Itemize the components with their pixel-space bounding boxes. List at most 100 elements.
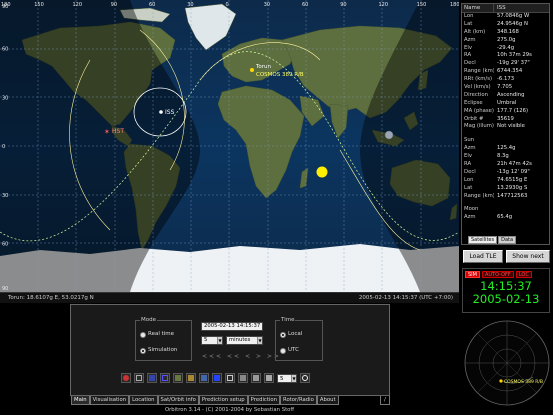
realtime-radio[interactable]: Real time	[140, 331, 174, 338]
folder-icon[interactable]	[186, 373, 196, 383]
network-icon[interactable]	[238, 373, 248, 383]
sim-badge[interactable]: SIM	[465, 271, 480, 278]
loc-badge[interactable]: LOC	[515, 271, 532, 278]
tab-about[interactable]: About	[316, 396, 339, 405]
tab-scroll[interactable]: /	[380, 396, 390, 405]
info-row: RA 21h 47m 42s	[462, 161, 549, 169]
info-value: 13.2930g S	[497, 184, 528, 191]
tab-location[interactable]: Location	[129, 396, 158, 405]
longitude-tick: 150	[417, 2, 427, 8]
clock-time: 14:15:37	[480, 279, 532, 293]
info-value: -29.4g	[497, 44, 515, 51]
close-icon[interactable]	[264, 373, 274, 383]
grid-icon[interactable]	[251, 373, 261, 383]
info-value: 125.4g	[497, 145, 516, 152]
tab-data[interactable]: Data	[498, 236, 517, 244]
load-tle-button[interactable]: Load TLE	[463, 250, 503, 263]
window-icon[interactable]	[147, 373, 157, 383]
map-icon[interactable]	[199, 373, 209, 383]
info-key: Lon	[464, 13, 474, 19]
info-value: -19g 29' 37"	[497, 60, 530, 67]
world-map[interactable]: 180 150 120 90 60 30 0 30 60 90 120 150 180 90603003…	[0, 0, 459, 292]
info-key: MA (phase)	[464, 107, 494, 114]
info-tabs[interactable]: Satellites Data	[468, 236, 517, 244]
step-value-spinner[interactable]: 5 ▼	[201, 336, 223, 345]
radar-view[interactable]: COSMOS 389 R/B	[463, 319, 551, 407]
speed-value: 5	[280, 375, 284, 382]
satellite-info-panel[interactable]: Name ISS Lon 57.0846g W Lat 24.9546g N Alt (…	[461, 3, 550, 245]
speed-spinner[interactable]: 5 ▼	[277, 373, 297, 383]
utc-time-radio[interactable]: UTC	[280, 347, 299, 354]
sun-marker	[316, 166, 328, 178]
info-value: 57.0846g W	[497, 13, 530, 19]
simulation-label: Simulation	[148, 347, 178, 353]
tab-rotor-radio[interactable]: Rotor/Radio	[280, 396, 317, 405]
info-key: Eclipse	[464, 99, 483, 106]
toolbar: 5 ▼	[121, 372, 310, 384]
clock-date: 2005-02-13	[472, 292, 540, 306]
info-row: Orbit # 35619	[462, 116, 549, 124]
time-step-nav[interactable]: <<< << < > >>	[202, 353, 281, 360]
info-row: MA (phase) 177.7 (126)	[462, 108, 549, 116]
longitude-tick: 180	[450, 2, 459, 8]
chevron-down-icon[interactable]: ▼	[257, 337, 262, 344]
info-row: Azm 65.4g	[462, 214, 549, 222]
radio-dot	[140, 347, 146, 354]
show-next-button[interactable]: Show next	[506, 250, 550, 263]
info-row: Range (km) 147712563	[462, 193, 549, 201]
info-value: 8.3g	[497, 153, 509, 160]
latitude-tick: 30	[2, 95, 8, 101]
frame-icon[interactable]	[160, 373, 170, 383]
step-unit-select[interactable]: minutes ▼	[226, 336, 263, 345]
local-time-radio[interactable]: Local	[280, 331, 302, 338]
tab-prediction-setup[interactable]: Prediction setup	[198, 396, 248, 405]
info-icon[interactable]	[212, 373, 222, 383]
info-row: Lat 13.2930g S	[462, 185, 549, 193]
info-key: Lat	[464, 184, 473, 191]
terrain-icon[interactable]	[173, 373, 183, 383]
chevron-down-icon[interactable]: ▼	[291, 374, 296, 382]
tab-visualisation[interactable]: Visualisation	[89, 396, 130, 405]
info-value	[494, 137, 497, 145]
radar-sat-dot	[499, 379, 503, 383]
tab-satellites[interactable]: Satellites	[468, 236, 498, 244]
latitude-tick: 60	[2, 47, 8, 53]
info-row: Decl -13g 12' 09"	[462, 169, 549, 177]
auto-off-badge[interactable]: AUTO-OFF	[481, 271, 514, 278]
longitude-tick: 30	[187, 2, 193, 8]
link-icon[interactable]	[134, 373, 144, 383]
info-row: RRt (km/s) -6.173	[462, 76, 549, 84]
utc-label: UTC	[288, 347, 299, 353]
info-key: RA	[464, 52, 472, 59]
info-row: Sun	[462, 137, 549, 145]
info-value: Not visible	[497, 123, 525, 130]
tab-sat-orbit-info[interactable]: Sat/Orbit info	[157, 396, 199, 405]
display-icon[interactable]	[225, 373, 235, 383]
info-key: Lat	[464, 20, 473, 27]
tab-main[interactable]: Main	[71, 396, 90, 405]
info-key: Elv	[464, 44, 472, 51]
info-value: Ascending	[497, 91, 525, 98]
world-map-panel[interactable]: 180 150 120 90 60 30 0 30 60 90 120 150 180 90 60 30 0 3…	[0, 0, 459, 292]
chevron-down-icon[interactable]: ▼	[217, 337, 222, 344]
step-unit: minutes	[229, 337, 251, 343]
sat-marker-hst[interactable]: ✶ HST	[104, 128, 124, 136]
main-tabs[interactable]: Main Visualisation Location Sat/Orbit info P…	[71, 396, 339, 405]
satellite-icon[interactable]	[121, 373, 131, 383]
info-value: 35619	[497, 115, 514, 122]
info-header-value: ISS	[497, 5, 506, 11]
cursor-location-text: Torun: 18.6107g E, 53.0217g N	[8, 295, 94, 301]
info-key: Range (km)	[464, 192, 494, 199]
tab-prediction[interactable]: Prediction	[247, 396, 280, 405]
info-key: Sun	[464, 137, 475, 144]
datetime-text: 2005-02-13 14:15:37 (UTC +7:00)	[358, 295, 453, 301]
simulation-radio[interactable]: Simulation	[140, 347, 177, 354]
info-key: Moon	[464, 206, 479, 213]
latitude-tick: 0	[2, 144, 5, 150]
clock-icon[interactable]	[300, 373, 310, 383]
info-value: 74.6515g E	[497, 176, 528, 183]
datetime-input[interactable]: 2005-02-13 14:15:37	[201, 322, 263, 331]
cosmos-label: COSMOS 389 R/B	[256, 72, 304, 78]
step-value: 5	[204, 337, 208, 343]
info-key: Vel (km/s)	[464, 84, 491, 91]
